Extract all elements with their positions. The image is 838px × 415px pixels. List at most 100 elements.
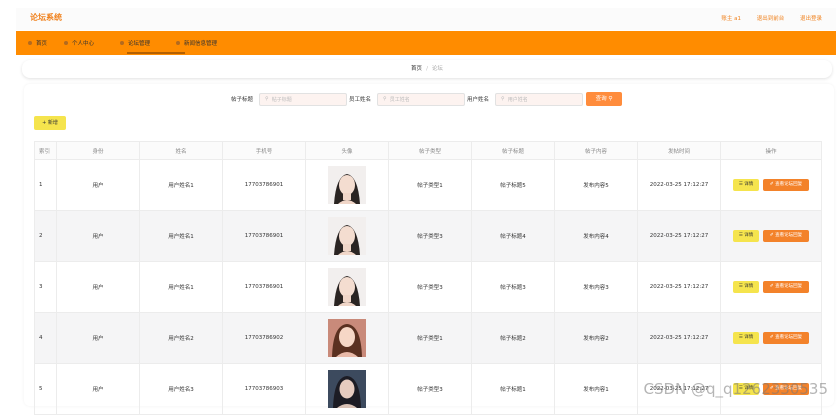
cell-role: 用户	[56, 261, 140, 313]
title-search: 帖子标题 ⚲ 帖子标题	[231, 92, 348, 106]
watermark: CSDN @q_q1262330535	[643, 380, 828, 398]
staff-search-input[interactable]: ⚲ 员工姓名	[377, 92, 466, 106]
main-nav: 首页 个人中心 论坛管理 新闻信息管理	[16, 31, 836, 55]
cell-index: 2	[34, 210, 57, 262]
cell-type: 帖子类型3	[388, 210, 472, 262]
cell-avatar	[305, 363, 389, 415]
cell-time: 2022-03-25 17:12:27	[637, 312, 721, 364]
avatar	[328, 370, 366, 408]
cell-title: 帖子标题3	[471, 261, 555, 313]
cell-role: 用户	[56, 210, 140, 262]
cell-avatar	[305, 210, 389, 262]
avatar	[328, 166, 366, 204]
placeholder: 帖子标题	[271, 96, 292, 103]
user-search-input[interactable]: ⚲ 用户姓名	[495, 92, 584, 106]
cell-type: 帖子类型3	[388, 363, 472, 415]
detail-button[interactable]: ☰ 详情	[733, 179, 759, 191]
title-search-label: 帖子标题	[231, 97, 254, 103]
placeholder: 用户姓名	[507, 96, 528, 103]
nav-item-news[interactable]: 新闻信息管理	[176, 39, 217, 47]
search-icon: ⚲	[608, 96, 613, 102]
nav-label: 论坛管理	[128, 41, 151, 47]
table-row: 2 用户 用户姓名1 17703786901 帖子类型3 帖子标题4 发布内容4 2022-0…	[34, 210, 822, 262]
detail-button[interactable]: ☰ 详情	[733, 230, 759, 242]
title-search-input[interactable]: ⚲ 帖子标题	[259, 92, 348, 106]
cell-phone: 17703786901	[222, 261, 306, 313]
cell-name: 用户姓名1	[139, 159, 223, 211]
cell-role: 用户	[56, 312, 140, 364]
user-search: 用户姓名 ⚲ 用户姓名	[467, 92, 584, 106]
cell-index: 3	[34, 261, 57, 313]
cell-actions: ☰ 详情 ✐ 查看论坛回复	[720, 312, 822, 364]
col-role: 身份	[56, 141, 140, 160]
view-replies-button[interactable]: ✐ 查看论坛回复	[763, 179, 809, 191]
avatar	[328, 217, 366, 255]
avatar	[328, 268, 366, 306]
table-row: 3 用户 用户姓名1 17703786901 帖子类型3 帖子标题3 发布内容3 2022-0…	[34, 261, 822, 313]
nav-label: 新闻信息管理	[184, 41, 218, 47]
cell-content: 发布内容5	[554, 159, 638, 211]
nav-item-home[interactable]: 首页	[28, 39, 47, 47]
placeholder: 员工姓名	[389, 96, 410, 103]
logout-link[interactable]: 退出登录	[800, 16, 822, 22]
cell-phone: 17703786902	[222, 312, 306, 364]
nav-active-indicator	[127, 52, 185, 54]
nav-item-forum[interactable]: 论坛管理	[120, 39, 150, 47]
cell-actions: ☰ 详情 ✐ 查看论坛回复	[720, 159, 822, 211]
query-button[interactable]: 查询 ⚲	[586, 92, 622, 106]
cell-role: 用户	[56, 363, 140, 415]
table-row: 4 用户 用户姓名2 17703786902 帖子类型1 帖子标题2 发布内容2 2022-0…	[34, 312, 822, 364]
col-type: 帖子类型	[388, 141, 472, 160]
cell-index: 1	[34, 159, 57, 211]
add-button[interactable]: + 新增	[34, 116, 66, 130]
col-avatar: 头像	[305, 141, 389, 160]
detail-button[interactable]: ☰ 详情	[733, 332, 759, 344]
user-search-label: 用户姓名	[467, 97, 490, 103]
view-replies-button[interactable]: ✐ 查看论坛回复	[763, 230, 809, 242]
detail-button[interactable]: ☰ 详情	[733, 281, 759, 293]
breadcrumb-current: 论坛	[431, 66, 443, 72]
view-replies-button[interactable]: ✐ 查看论坛回复	[763, 281, 809, 293]
home-icon	[28, 41, 32, 45]
col-actions: 操作	[720, 141, 822, 160]
cell-actions: ☰ 详情 ✐ 查看论坛回复	[720, 210, 822, 262]
view-replies-button[interactable]: ✐ 查看论坛回复	[763, 332, 809, 344]
col-name: 姓名	[139, 141, 223, 160]
current-user: 账主 a1	[721, 16, 741, 22]
user-icon	[64, 41, 68, 45]
breadcrumb-separator: /	[426, 66, 428, 72]
cell-content: 发布内容1	[554, 363, 638, 415]
cell-time: 2022-03-25 17:12:27	[637, 210, 721, 262]
nav-label: 首页	[36, 41, 48, 47]
nav-label: 个人中心	[72, 41, 95, 47]
forum-table: 索引 身份 姓名 手机号 头像 帖子类型 帖子标题 帖子内容 发帖时间 操作 1…	[34, 141, 822, 415]
table-row: 1 用户 用户姓名1 17703786901 帖子类型1 帖子标题5 发布内容5 2022-0…	[34, 159, 822, 211]
cell-title: 帖子标题1	[471, 363, 555, 415]
cell-phone: 17703786903	[222, 363, 306, 415]
col-phone: 手机号	[222, 141, 306, 160]
cell-avatar	[305, 312, 389, 364]
cell-name: 用户姓名1	[139, 210, 223, 262]
avatar	[328, 319, 366, 357]
cell-avatar	[305, 261, 389, 313]
breadcrumb-home[interactable]: 首页	[411, 66, 422, 72]
cell-content: 发布内容2	[554, 312, 638, 364]
col-title: 帖子标题	[471, 141, 555, 160]
top-header: 论坛系统 账主 a1 退出到前台 退出登录	[16, 8, 836, 30]
nav-item-profile[interactable]: 个人中心	[64, 39, 94, 47]
cell-type: 帖子类型1	[388, 159, 472, 211]
header-links: 账主 a1 退出到前台 退出登录	[707, 14, 822, 22]
cell-content: 发布内容3	[554, 261, 638, 313]
cell-name: 用户姓名2	[139, 312, 223, 364]
col-time: 发帖时间	[637, 141, 721, 160]
cell-index: 5	[34, 363, 57, 415]
query-label: 查询	[595, 96, 607, 102]
back-to-front-link[interactable]: 退出到前台	[757, 16, 785, 22]
cell-phone: 17703786901	[222, 210, 306, 262]
brand-title: 论坛系统	[30, 13, 62, 22]
staff-search: 员工姓名 ⚲ 员工姓名	[349, 92, 466, 106]
cell-role: 用户	[56, 159, 140, 211]
col-index: 索引	[34, 141, 57, 160]
forum-icon	[120, 41, 124, 45]
cell-actions: ☰ 详情 ✐ 查看论坛回复	[720, 261, 822, 313]
